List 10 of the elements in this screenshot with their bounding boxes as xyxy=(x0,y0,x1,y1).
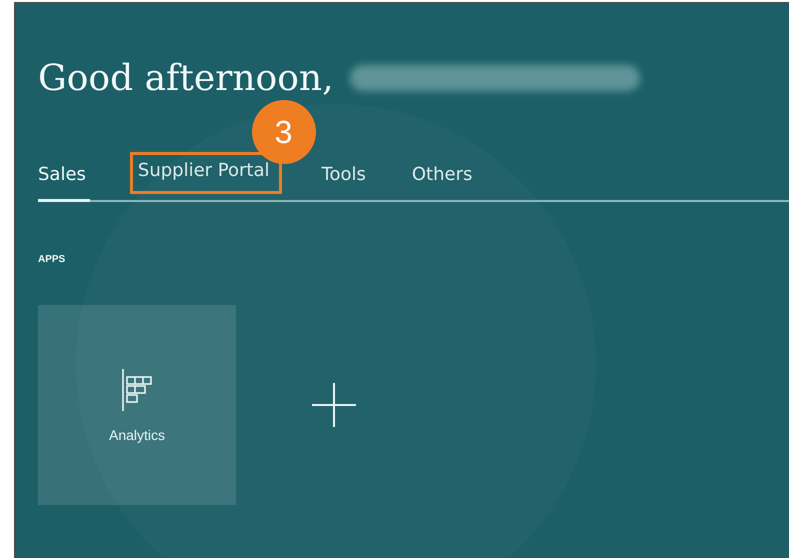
navigation-tab[interactable]: Tools xyxy=(322,164,370,202)
app-label: Analytics xyxy=(108,427,166,443)
navigation-tab[interactable]: Sales xyxy=(38,164,90,202)
navigation-tab[interactable]: Others xyxy=(412,164,476,202)
greeting-heading: Good afternoon, xyxy=(38,58,334,98)
app-tile[interactable]: Analytics xyxy=(38,305,236,505)
add-button[interactable] xyxy=(310,381,358,429)
section-label: APPS xyxy=(38,254,66,265)
chart-icon xyxy=(121,367,153,413)
plus-icon xyxy=(310,381,358,429)
